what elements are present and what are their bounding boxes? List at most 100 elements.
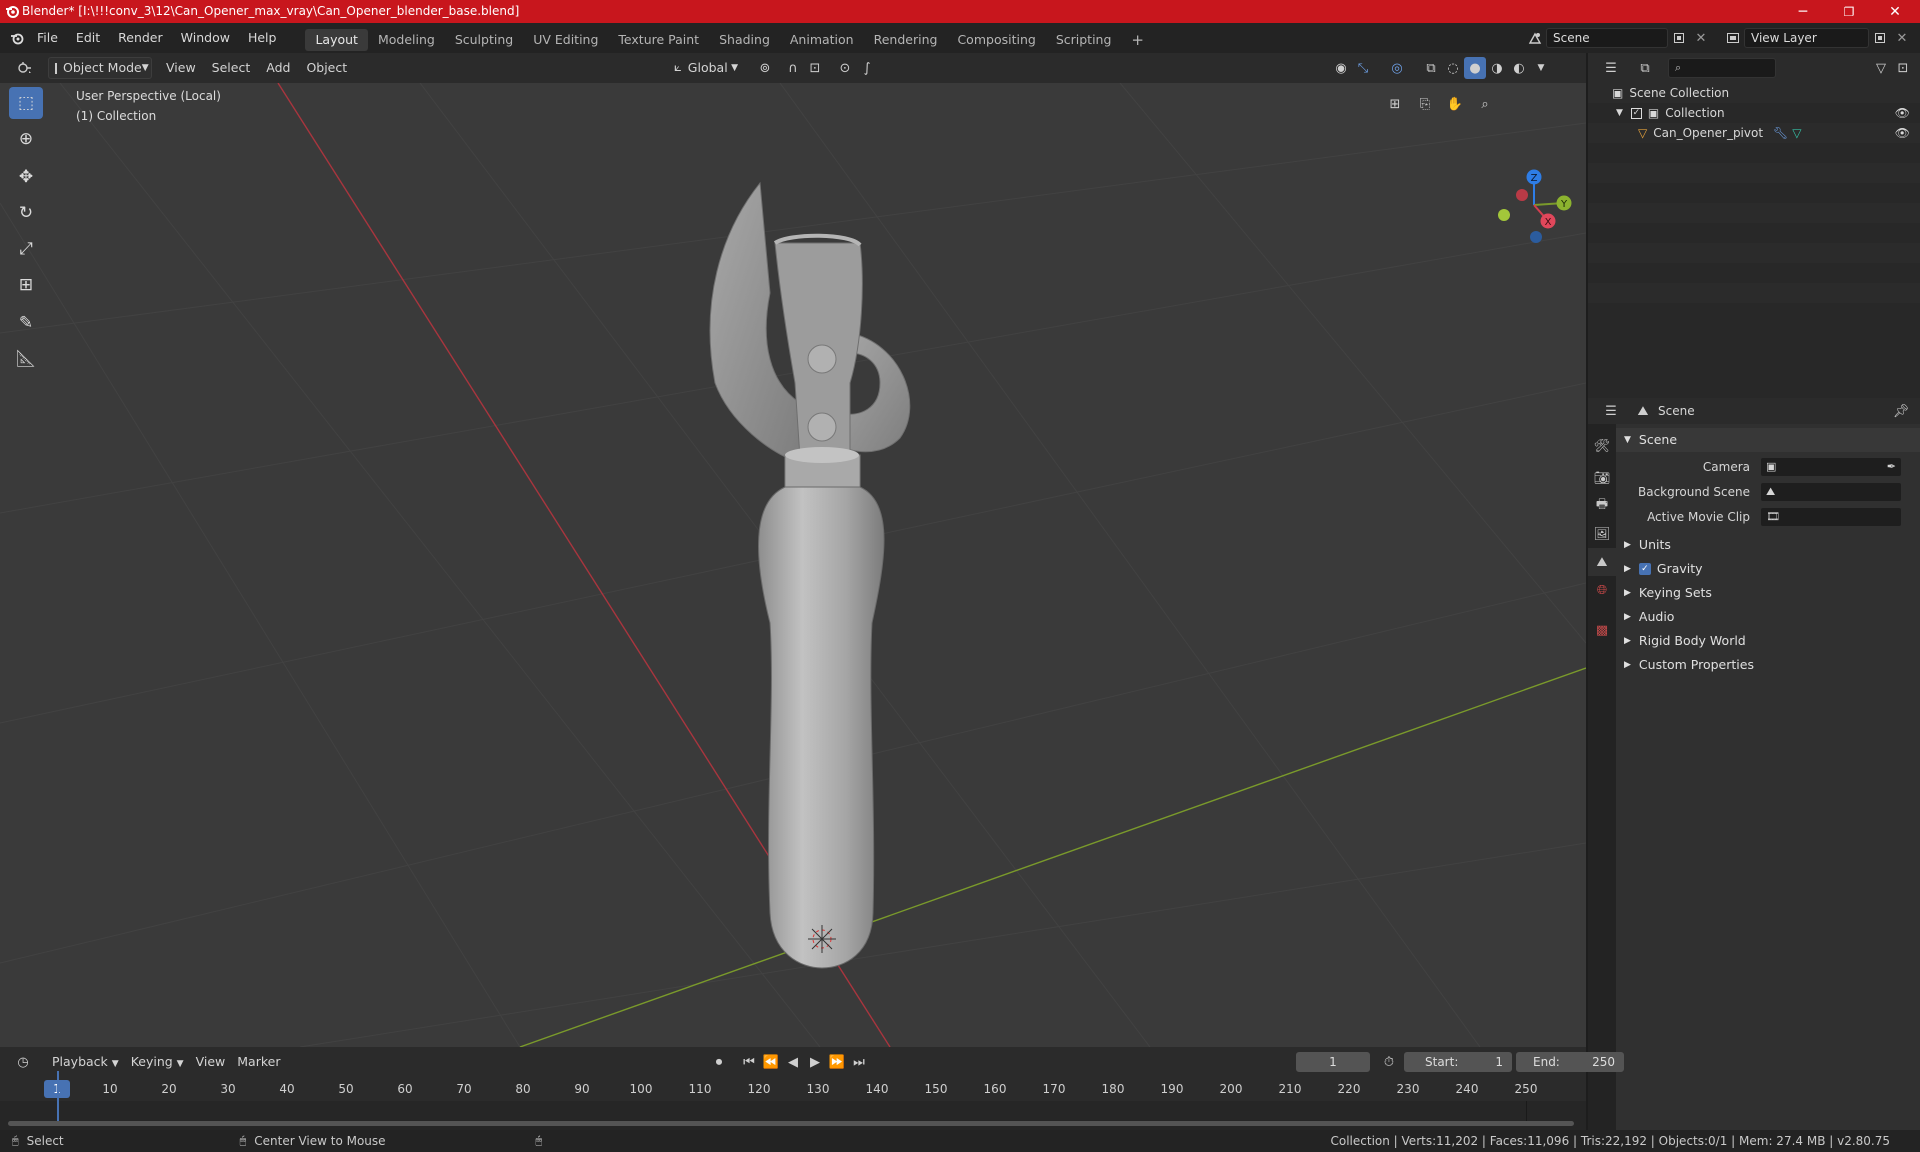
workspace-tab-texture-paint[interactable]: Texture Paint bbox=[608, 29, 709, 51]
select-box-tool-icon[interactable]: ⬚ bbox=[9, 87, 43, 119]
new-view-layer-icon[interactable] bbox=[1869, 27, 1891, 49]
jump-end-icon[interactable]: ⏭ bbox=[848, 1051, 870, 1073]
select-menu[interactable]: Select bbox=[206, 57, 257, 79]
new-collection-icon[interactable]: ⊡ bbox=[1892, 57, 1914, 79]
xray-toggle-icon[interactable]: ⧉ bbox=[1420, 57, 1442, 79]
use-preview-range-icon[interactable]: ⏱ bbox=[1378, 1051, 1400, 1073]
zoom-icon[interactable]: ⌕ bbox=[1470, 89, 1500, 119]
timeline-scrollbar[interactable] bbox=[8, 1121, 1574, 1126]
view-layer-icon[interactable] bbox=[1722, 27, 1744, 49]
pan-hand-icon[interactable]: ✋ bbox=[1440, 89, 1470, 119]
jump-start-icon[interactable]: ⏮ bbox=[738, 1051, 760, 1073]
menu-window[interactable]: Window bbox=[172, 23, 239, 53]
custom-properties-panel-header[interactable]: ▶ Custom Properties bbox=[1616, 653, 1920, 677]
transform-tool-icon[interactable]: ⊞ bbox=[9, 269, 43, 301]
outliner-search-input[interactable]: ⌕ bbox=[1668, 58, 1776, 78]
material-shading-icon[interactable]: ◑ bbox=[1486, 57, 1508, 79]
move-tool-icon[interactable]: ✥ bbox=[9, 161, 43, 193]
shading-options-icon[interactable]: ▼ bbox=[1530, 57, 1552, 79]
outliner-row-scene-collection[interactable]: ▣ Scene Collection bbox=[1588, 83, 1920, 103]
delete-view-layer-icon[interactable]: ✕ bbox=[1891, 27, 1913, 49]
modifier-wrench-icon[interactable]: 🔧︎ bbox=[1773, 123, 1788, 143]
rigid-body-world-panel-header[interactable]: ▶ Rigid Body World bbox=[1616, 629, 1920, 653]
workspace-tab-scripting[interactable]: Scripting bbox=[1046, 29, 1122, 51]
gravity-panel-header[interactable]: ▶ ✓ Gravity bbox=[1616, 557, 1920, 581]
workspace-tab-modeling[interactable]: Modeling bbox=[368, 29, 445, 51]
audio-panel-header[interactable]: ▶ Audio bbox=[1616, 605, 1920, 629]
close-button[interactable]: ✕ bbox=[1872, 0, 1918, 23]
snap-target-icon[interactable]: ⊡ bbox=[804, 57, 826, 79]
playback-menu[interactable]: Playback ▼ bbox=[46, 1051, 125, 1073]
keying-sets-panel-header[interactable]: ▶ Keying Sets bbox=[1616, 581, 1920, 605]
tool-tab-icon[interactable]: 🛠︎ bbox=[1588, 432, 1616, 460]
eye-visibility-icon[interactable]: 👁︎ bbox=[1895, 103, 1910, 123]
workspace-tab-uv-editing[interactable]: UV Editing bbox=[523, 29, 608, 51]
maximize-button[interactable]: ❐ bbox=[1826, 0, 1872, 23]
new-scene-icon[interactable] bbox=[1668, 27, 1690, 49]
workspace-tab-sculpting[interactable]: Sculpting bbox=[445, 29, 523, 51]
proportional-edit-icon[interactable]: ⊙ bbox=[834, 57, 856, 79]
add-workspace-button[interactable]: + bbox=[1121, 29, 1154, 51]
can-opener-model[interactable] bbox=[709, 181, 911, 969]
cursor-tool-icon[interactable]: ⊕ bbox=[9, 123, 43, 155]
pin-icon[interactable]: 📌︎ bbox=[1890, 400, 1912, 422]
transform-orientation-dropdown[interactable]: ⟀ Global ▼ bbox=[668, 57, 744, 79]
jump-prev-keyframe-icon[interactable]: ⏪ bbox=[760, 1051, 782, 1073]
end-frame-field[interactable]: End: 250 bbox=[1516, 1052, 1624, 1072]
output-tab-icon[interactable]: 🖶︎ bbox=[1588, 492, 1616, 520]
disclosure-triangle-icon[interactable]: ▼ bbox=[1616, 103, 1623, 123]
play-icon[interactable]: ▶ bbox=[804, 1051, 826, 1073]
object-mode-dropdown[interactable]: Object Mode ▼ bbox=[48, 57, 152, 79]
playhead-line[interactable] bbox=[57, 1071, 59, 1123]
camera-field[interactable]: ▣ ✒ bbox=[1760, 456, 1902, 477]
timeline-keyframe-area[interactable] bbox=[0, 1071, 1586, 1130]
blender-menu-icon[interactable] bbox=[6, 27, 28, 49]
gizmo-toggle-icon[interactable]: ⤡ bbox=[1352, 57, 1374, 79]
scene-panel-header[interactable]: ▼ Scene bbox=[1616, 428, 1920, 452]
measure-tool-icon[interactable]: 📐︎ bbox=[9, 343, 43, 375]
scene-tab-icon[interactable]: ⛰︎ bbox=[1588, 548, 1616, 576]
camera-view-icon[interactable]: ⎘ bbox=[1410, 89, 1440, 119]
delete-scene-icon[interactable]: ✕ bbox=[1690, 27, 1712, 49]
wireframe-shading-icon[interactable]: ◌ bbox=[1442, 57, 1464, 79]
texture-tab-icon[interactable]: ▩ bbox=[1588, 616, 1616, 644]
play-reverse-icon[interactable]: ◀ bbox=[782, 1051, 804, 1073]
rotate-tool-icon[interactable]: ↻ bbox=[9, 197, 43, 229]
gravity-checkbox[interactable]: ✓ bbox=[1638, 563, 1651, 575]
mesh-data-icon[interactable]: ▽ bbox=[1792, 123, 1801, 143]
workspace-tab-shading[interactable]: Shading bbox=[709, 29, 780, 51]
current-frame-field[interactable]: 1 bbox=[1296, 1052, 1370, 1072]
outliner-editor-type-icon[interactable]: ☰ bbox=[1596, 57, 1626, 79]
overlay-toggle-icon[interactable]: ◎ bbox=[1386, 57, 1408, 79]
render-tab-icon[interactable]: 📷︎ bbox=[1588, 464, 1616, 492]
falloff-icon[interactable]: ∫ bbox=[856, 57, 878, 79]
add-menu[interactable]: Add bbox=[260, 57, 296, 79]
timeline-view-menu[interactable]: View bbox=[190, 1051, 232, 1073]
menu-edit[interactable]: Edit bbox=[67, 23, 109, 53]
eye-visibility-icon[interactable]: 👁︎ bbox=[1895, 123, 1910, 143]
properties-editor-type-icon[interactable]: ☰ bbox=[1596, 400, 1626, 422]
rendered-shading-icon[interactable]: ◐ bbox=[1508, 57, 1530, 79]
filter-icon[interactable]: ▽ bbox=[1870, 57, 1892, 79]
workspace-tab-compositing[interactable]: Compositing bbox=[947, 29, 1045, 51]
workspace-tab-rendering[interactable]: Rendering bbox=[864, 29, 948, 51]
background-scene-field[interactable]: ⛰︎ bbox=[1760, 481, 1902, 502]
view-menu[interactable]: View bbox=[160, 57, 202, 79]
timeline-editor-type-icon[interactable]: ◷ bbox=[8, 1051, 38, 1073]
gizmo-neg-z-handle[interactable] bbox=[1530, 231, 1542, 243]
view-layer-field[interactable]: View Layer bbox=[1744, 28, 1869, 48]
minimize-button[interactable]: ─ bbox=[1780, 0, 1826, 23]
view-layer-tab-icon[interactable]: 🖼︎ bbox=[1588, 520, 1616, 548]
outliner-row-collection[interactable]: ▼ ✓ ▣ Collection 👁︎ bbox=[1588, 103, 1920, 123]
scene-icon[interactable] bbox=[1524, 27, 1546, 49]
gizmo-neg-y-handle[interactable] bbox=[1498, 209, 1510, 221]
record-keyframe-icon[interactable]: ⏺ bbox=[708, 1051, 730, 1073]
visibility-filter-icon[interactable]: ◉ bbox=[1330, 57, 1352, 79]
workspace-tab-animation[interactable]: Animation bbox=[780, 29, 864, 51]
editor-type-icon[interactable] bbox=[8, 57, 42, 79]
exclude-checkbox[interactable]: ✓ bbox=[1630, 107, 1642, 119]
scene-name-field[interactable]: Scene bbox=[1546, 28, 1668, 48]
gizmo-neg-x-handle[interactable] bbox=[1516, 189, 1528, 201]
navigation-gizmo[interactable]: Z Y X bbox=[1498, 169, 1572, 244]
display-mode-icon[interactable]: ⧉ bbox=[1630, 57, 1660, 79]
